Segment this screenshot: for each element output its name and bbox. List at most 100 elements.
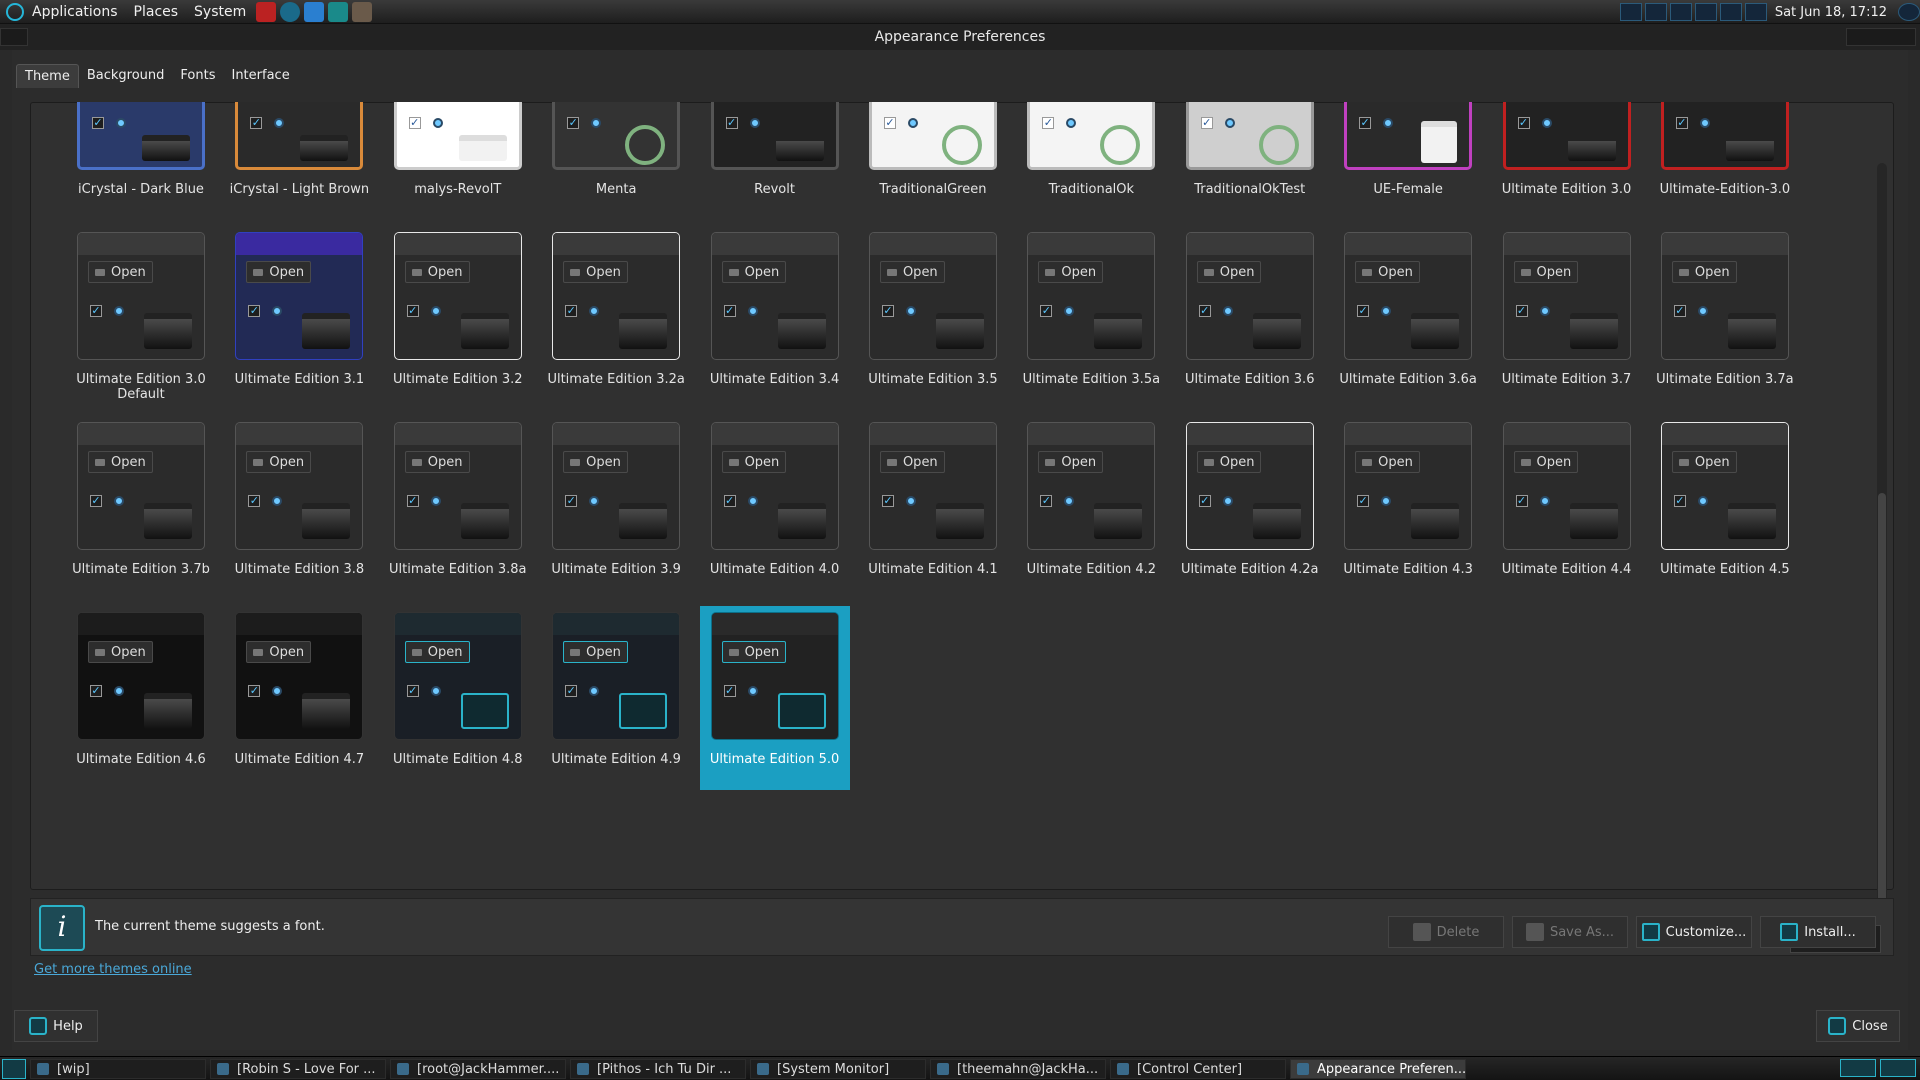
theme-item[interactable]: ✓ Revolt: [700, 102, 850, 220]
taskbar-item[interactable]: [Robin S - Love For ...: [210, 1058, 386, 1079]
help-button[interactable]: Help: [14, 1010, 98, 1042]
theme-preview: Open ✓: [868, 422, 997, 550]
theme-item[interactable]: Open ✓ Ultimate Edition 3.5a: [1016, 226, 1166, 410]
theme-name: Ultimate Edition 3.2: [393, 372, 523, 387]
taskbar-item[interactable]: Appearance Preferen...: [1290, 1058, 1466, 1079]
theme-item[interactable]: Open ✓ Ultimate Edition 4.7: [224, 606, 374, 790]
theme-item[interactable]: ✓ Ultimate-Edition-3.0: [1650, 102, 1800, 220]
preview-open-button: Open: [246, 451, 312, 473]
theme-preview: Open ✓: [1027, 232, 1156, 360]
theme-item[interactable]: ✓ malys-RevolT: [383, 102, 533, 220]
theme-item[interactable]: Open ✓ Ultimate Edition 4.4: [1492, 416, 1642, 600]
preview-checkbox: ✓: [1042, 116, 1055, 129]
taskbar-item[interactable]: [Pithos - Ich Tu Dir ...: [570, 1058, 746, 1079]
preview-checkbox: ✓: [1040, 304, 1053, 317]
distro-logo-icon[interactable]: [6, 2, 24, 21]
window-title: Appearance Preferences: [874, 29, 1046, 45]
theme-item[interactable]: Open ✓ Ultimate Edition 3.2: [383, 226, 533, 410]
cpu-graph-icon[interactable]: [1644, 3, 1667, 21]
theme-item[interactable]: Open ✓ Ultimate Edition 4.5: [1650, 416, 1800, 600]
theme-item[interactable]: ✓ iCrystal - Light Brown: [224, 102, 374, 220]
theme-item[interactable]: Open ✓ Ultimate Edition 5.0: [699, 606, 850, 790]
preview-folder-icon: [1567, 135, 1616, 161]
install-button[interactable]: Install...: [1760, 916, 1876, 948]
menu-system[interactable]: System: [186, 0, 254, 24]
theme-item[interactable]: Open ✓ Ultimate Edition 3.7: [1492, 226, 1642, 410]
menu-applications[interactable]: Applications: [24, 0, 126, 24]
workspace-1[interactable]: [1840, 1059, 1876, 1077]
theme-item[interactable]: Open ✓ Ultimate Edition 3.7b: [66, 416, 216, 600]
theme-item[interactable]: Open ✓ Ultimate Edition 4.6: [66, 606, 216, 790]
theme-item[interactable]: Open ✓ Ultimate Edition 3.2a: [541, 226, 691, 410]
preview-checkbox: ✓: [1359, 116, 1372, 129]
save-as-button[interactable]: Save As...: [1512, 916, 1628, 948]
preview-radio: [114, 496, 124, 506]
tab-background[interactable]: Background: [79, 64, 173, 88]
theme-name: Ultimate Edition 3.4: [709, 372, 840, 387]
signal-icon[interactable]: [1719, 3, 1742, 21]
theme-item[interactable]: Open ✓ Ultimate Edition 3.4: [700, 226, 850, 410]
theme-item[interactable]: Open ✓ Ultimate Edition 3.0 Default: [66, 226, 216, 410]
theme-item[interactable]: ✓ TraditionalOk: [1016, 102, 1166, 220]
tab-fonts[interactable]: Fonts: [172, 64, 223, 88]
theme-item[interactable]: Open ✓ Ultimate Edition 4.9: [541, 606, 691, 790]
theme-item[interactable]: Open ✓ Ultimate Edition 3.6a: [1333, 226, 1483, 410]
taskbar-item[interactable]: [wip]: [30, 1058, 206, 1079]
customize-button[interactable]: Customize...: [1636, 916, 1752, 948]
power-icon[interactable]: [1898, 3, 1920, 21]
calendar-launcher-icon[interactable]: [256, 1, 277, 22]
task-list: [wip] [Robin S - Love For ... [root@JackHa…: [26, 1058, 1466, 1079]
taskbar-item[interactable]: [Control Center]: [1110, 1058, 1286, 1079]
workspace-2[interactable]: [1880, 1059, 1916, 1077]
kodi-launcher-icon[interactable]: [304, 1, 325, 22]
theme-item[interactable]: Open ✓ Ultimate Edition 3.8a: [383, 416, 533, 600]
preview-radio: [589, 496, 600, 506]
preview-radio: [1224, 118, 1235, 128]
window-controls[interactable]: [1846, 28, 1916, 46]
theme-preview: Open ✓: [552, 612, 681, 740]
theme-item[interactable]: Open ✓ Ultimate Edition 3.1: [224, 226, 374, 410]
preview-checkbox: ✓: [723, 494, 736, 507]
theme-item[interactable]: ✓ Ultimate Edition 3.0: [1492, 102, 1642, 220]
tools-launcher-icon[interactable]: [352, 1, 373, 22]
theme-item[interactable]: Open ✓ Ultimate Edition 3.6: [1175, 226, 1325, 410]
tab-theme[interactable]: Theme: [16, 64, 79, 88]
tab-interface[interactable]: Interface: [223, 64, 297, 88]
browser-launcher-icon[interactable]: [280, 1, 301, 22]
show-desktop-icon[interactable]: [2, 1058, 26, 1079]
disk-graph-icon[interactable]: [1694, 3, 1717, 21]
theme-item[interactable]: ✓ Menta: [541, 102, 691, 220]
theme-item[interactable]: Open ✓ Ultimate Edition 3.8: [224, 416, 374, 600]
menu-places[interactable]: Places: [126, 0, 187, 24]
get-more-themes-link[interactable]: Get more themes online: [34, 962, 192, 977]
taskbar-item[interactable]: [root@JackHammer....: [390, 1058, 566, 1079]
player-launcher-icon[interactable]: [328, 1, 349, 22]
theme-item[interactable]: Open ✓ Ultimate Edition 3.9: [541, 416, 691, 600]
preview-folder-icon: [1569, 313, 1618, 349]
preview-checkbox: ✓: [565, 494, 578, 507]
preview-radio: [1381, 496, 1392, 506]
theme-item[interactable]: ✓ iCrystal - Dark Blue: [66, 102, 216, 220]
theme-item[interactable]: Open ✓ Ultimate Edition 4.2: [1016, 416, 1166, 600]
theme-item[interactable]: Open ✓ Ultimate Edition 4.1: [858, 416, 1008, 600]
close-button[interactable]: Close: [1816, 1010, 1900, 1042]
theme-item[interactable]: ✓ TraditionalOkTest: [1175, 102, 1325, 220]
theme-item[interactable]: Open ✓ Ultimate Edition 4.3: [1333, 416, 1483, 600]
theme-item[interactable]: Open ✓ Ultimate Edition 3.7a: [1650, 226, 1800, 410]
window-menu-button[interactable]: [0, 28, 28, 46]
taskbar-item[interactable]: [theemahn@JackHa...: [930, 1058, 1106, 1079]
network-graph-icon[interactable]: [1619, 3, 1642, 21]
delete-button[interactable]: Delete: [1388, 916, 1504, 948]
theme-item[interactable]: Open ✓ Ultimate Edition 4.8: [383, 606, 533, 790]
memory-graph-icon[interactable]: [1669, 3, 1692, 21]
theme-item[interactable]: Open ✓ Ultimate Edition 4.2a: [1175, 416, 1325, 600]
theme-preview: Open ✓: [1502, 422, 1631, 550]
theme-item[interactable]: ✓ TraditionalGreen: [858, 102, 1008, 220]
taskbar-item[interactable]: [System Monitor]: [750, 1058, 926, 1079]
preview-radio: [430, 496, 441, 506]
theme-item[interactable]: Open ✓ Ultimate Edition 3.5: [858, 226, 1008, 410]
clock[interactable]: Sat Jun 18, 17:12: [1767, 5, 1895, 20]
theme-item[interactable]: ✓ UE-Female: [1333, 102, 1483, 220]
volume-icon[interactable]: [1744, 3, 1767, 21]
theme-item[interactable]: Open ✓ Ultimate Edition 4.0: [700, 416, 850, 600]
